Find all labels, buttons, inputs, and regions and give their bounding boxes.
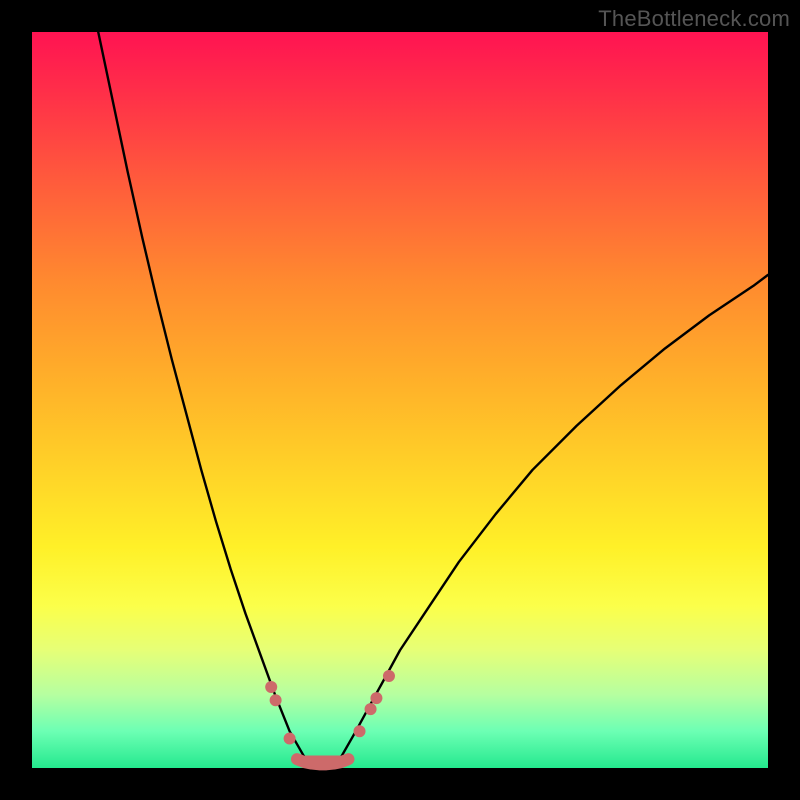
- markers-group: [265, 670, 395, 745]
- right-low-dot: [354, 725, 366, 737]
- right-mid-dot: [365, 703, 377, 715]
- right-mid-dot-2: [370, 692, 382, 704]
- plot-area: [32, 32, 768, 768]
- chart-frame: TheBottleneck.com: [0, 0, 800, 800]
- left-upper-dot-2: [270, 694, 282, 706]
- watermark-text: TheBottleneck.com: [598, 6, 790, 32]
- left-lower-dot: [284, 733, 296, 745]
- right-upper-dot: [383, 670, 395, 682]
- chart-svg: [32, 32, 768, 768]
- series-right-branch: [341, 275, 768, 757]
- series-left-branch: [98, 32, 304, 757]
- series-group: [98, 32, 768, 765]
- left-upper-dot: [265, 681, 277, 693]
- series-floor-segment: [297, 759, 349, 764]
